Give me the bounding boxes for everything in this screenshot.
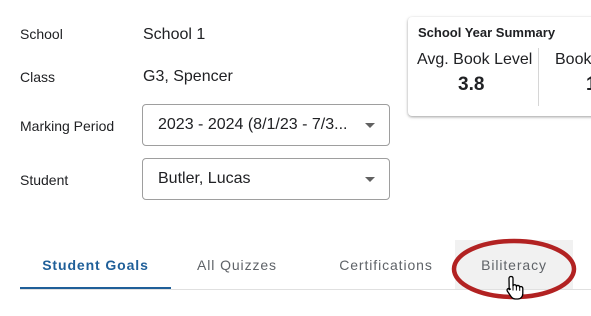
marking-period-select-value: 2023 - 2024 (8/1/23 - 7/3... [158,116,348,133]
summary-divider [538,48,539,106]
second-metric-label: Book [555,51,591,68]
class-label: Class [20,69,56,85]
tab-biliteracy[interactable]: Biliteracy [455,240,573,289]
student-select[interactable]: Butler, Lucas [142,158,390,200]
marking-period-label: Marking Period [20,118,115,134]
page: School School 1 Class G3, Spencer Markin… [0,0,591,316]
school-label: School [20,26,63,42]
student-select-value: Butler, Lucas [158,170,251,187]
tab-student-goals[interactable]: Student Goals [20,240,171,289]
avg-book-level-label: Avg. Book Level [417,51,533,68]
chevron-down-icon [365,177,375,182]
tab-all-quizzes[interactable]: All Quizzes [177,240,297,289]
second-metric-value: 1 [586,74,591,96]
chevron-down-icon [365,123,375,128]
tab-bar: Student Goals All Quizzes Certifications… [20,240,591,291]
marking-period-select[interactable]: 2023 - 2024 (8/1/23 - 7/3... [142,104,390,146]
summary-title: School Year Summary [418,25,556,40]
student-label: Student [20,172,69,188]
class-value: G3, Spencer [143,68,233,85]
school-year-summary-card: School Year Summary Avg. Book Level 3.8 … [408,17,591,116]
tab-certifications[interactable]: Certifications [316,240,456,289]
avg-book-level-value: 3.8 [458,74,485,95]
school-value: School 1 [143,26,206,43]
